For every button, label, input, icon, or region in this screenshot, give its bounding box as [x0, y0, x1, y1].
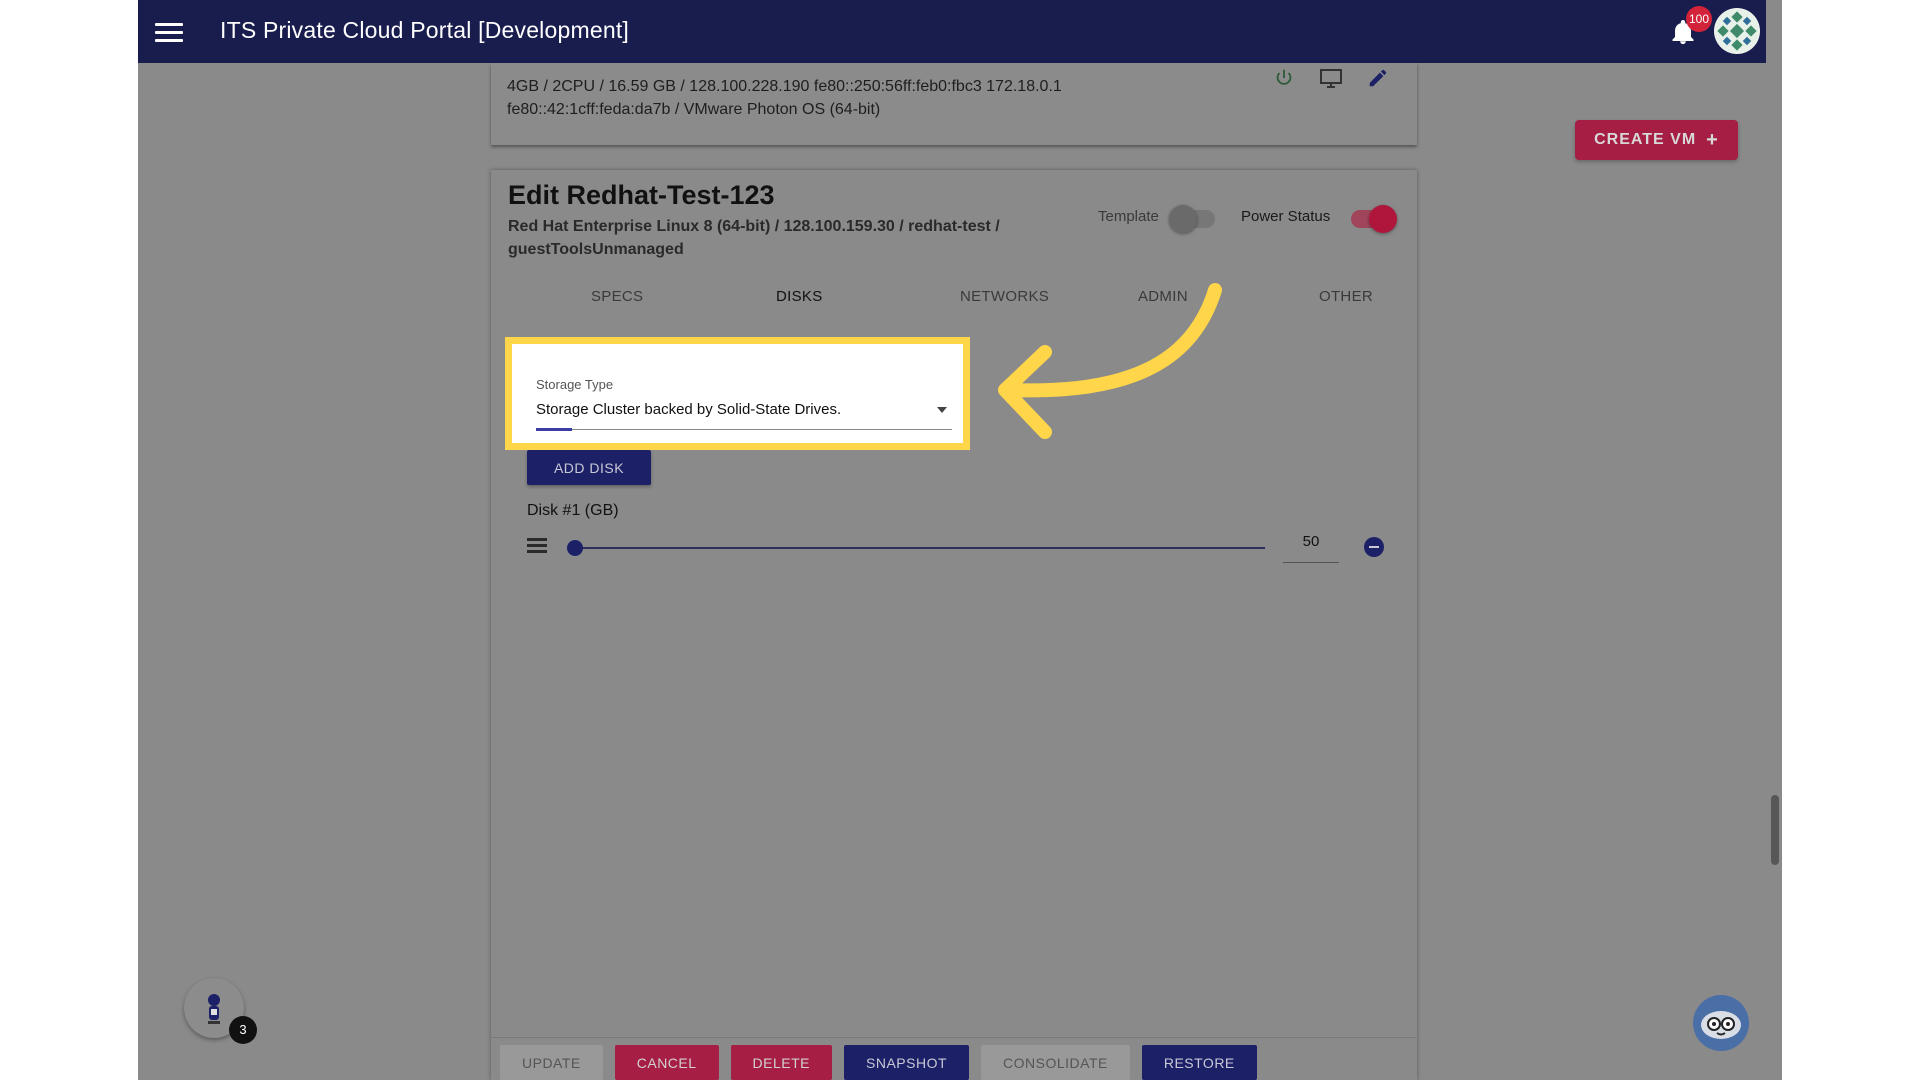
app-frame: ITS Private Cloud Portal [Development] 1… [138, 0, 1782, 1080]
storage-type-select[interactable]: Storage Cluster backed by Solid-State Dr… [536, 401, 841, 418]
update-button[interactable]: UPDATE [500, 1045, 603, 1080]
tutorial-arrow-icon [998, 283, 1222, 439]
user-avatar[interactable] [1714, 8, 1760, 54]
tab-specs[interactable]: SPECS [591, 288, 643, 305]
edit-pencil-icon[interactable] [1367, 67, 1389, 89]
remove-disk-icon[interactable] [1364, 537, 1384, 557]
edit-vm-card: Edit Redhat-Test-123 Red Hat Enterprise … [491, 170, 1417, 1080]
menu-icon[interactable] [155, 18, 183, 46]
edit-vm-title: Edit Redhat-Test-123 [508, 180, 775, 210]
disk-list-icon[interactable] [527, 538, 547, 554]
create-vm-label: CREATE VM [1594, 131, 1697, 148]
tab-disks[interactable]: DISKS [776, 288, 823, 305]
snapshot-button[interactable]: SNAPSHOT [844, 1045, 970, 1080]
plus-icon: + [1706, 129, 1719, 151]
edit-tabs: SPECS DISKS NETWORKS ADMIN OTHER [491, 288, 1417, 328]
storage-type-label: Storage Type [536, 377, 614, 392]
chevron-down-icon[interactable] [937, 407, 947, 413]
console-monitor-icon[interactable] [1319, 67, 1343, 89]
template-label: Template [1098, 208, 1159, 225]
power-status-label: Power Status [1241, 208, 1331, 225]
edit-vm-subtitle: Red Hat Enterprise Linux 8 (64-bit) / 12… [508, 218, 1000, 258]
avatar-pattern-icon [1715, 9, 1759, 53]
vm-card-actions [1273, 67, 1389, 89]
storage-type-underline [536, 429, 952, 430]
restore-button[interactable]: RESTORE [1141, 1045, 1257, 1080]
create-vm-button[interactable]: CREATE VM + [1575, 120, 1738, 160]
tab-other[interactable]: OTHER [1319, 288, 1373, 305]
chatbot-face-icon [1701, 1011, 1741, 1039]
footer-divider [491, 1037, 1417, 1038]
storage-type-focus-indicator [536, 428, 572, 431]
cancel-button[interactable]: CANCEL [614, 1045, 719, 1080]
app-title: ITS Private Cloud Portal [Development] [220, 17, 629, 43]
chat-bot-button[interactable] [1693, 995, 1749, 1051]
template-toggle-knob [1169, 205, 1197, 233]
power-status-toggle[interactable] [1351, 205, 1397, 233]
power-status-toggle-knob [1369, 205, 1397, 233]
top-app-bar: ITS Private Cloud Portal [Development] 1… [138, 0, 1766, 63]
template-toggle[interactable] [1169, 205, 1215, 233]
page-scrollbar[interactable] [1769, 63, 1782, 1080]
consolidate-button[interactable]: CONSOLIDATE [981, 1045, 1130, 1080]
delete-button[interactable]: DELETE [730, 1045, 833, 1080]
vm-specs-line-2: fe80::42:1cff:feda:da7b / VMware Photon … [507, 101, 881, 118]
disk-1-size-input[interactable]: 50 [1283, 527, 1339, 563]
vm-specs: 4GB / 2CPU / 16.59 GB / 128.100.228.190 … [507, 75, 1127, 121]
power-icon[interactable] [1273, 67, 1295, 89]
add-disk-button[interactable]: ADD DISK [527, 450, 651, 485]
notification-count-badge: 100 [1686, 6, 1712, 32]
edit-action-bar: UPDATE CANCEL DELETE SNAPSHOT CONSOLIDAT… [500, 1045, 1257, 1080]
disk-1-slider-thumb[interactable] [567, 540, 583, 556]
storage-type-highlight: Storage Type Storage Cluster backed by S… [505, 337, 970, 450]
vm-summary-card: 4GB / 2CPU / 16.59 GB / 128.100.228.190 … [491, 63, 1417, 145]
scrollbar-thumb[interactable] [1771, 795, 1779, 865]
disk-1-label: Disk #1 (GB) [527, 502, 619, 519]
vm-specs-line-1: 4GB / 2CPU / 16.59 GB / 128.100.228.190 … [507, 78, 1062, 95]
helper-count-badge: 3 [229, 1016, 257, 1044]
disk-1-slider-track[interactable] [575, 547, 1265, 549]
